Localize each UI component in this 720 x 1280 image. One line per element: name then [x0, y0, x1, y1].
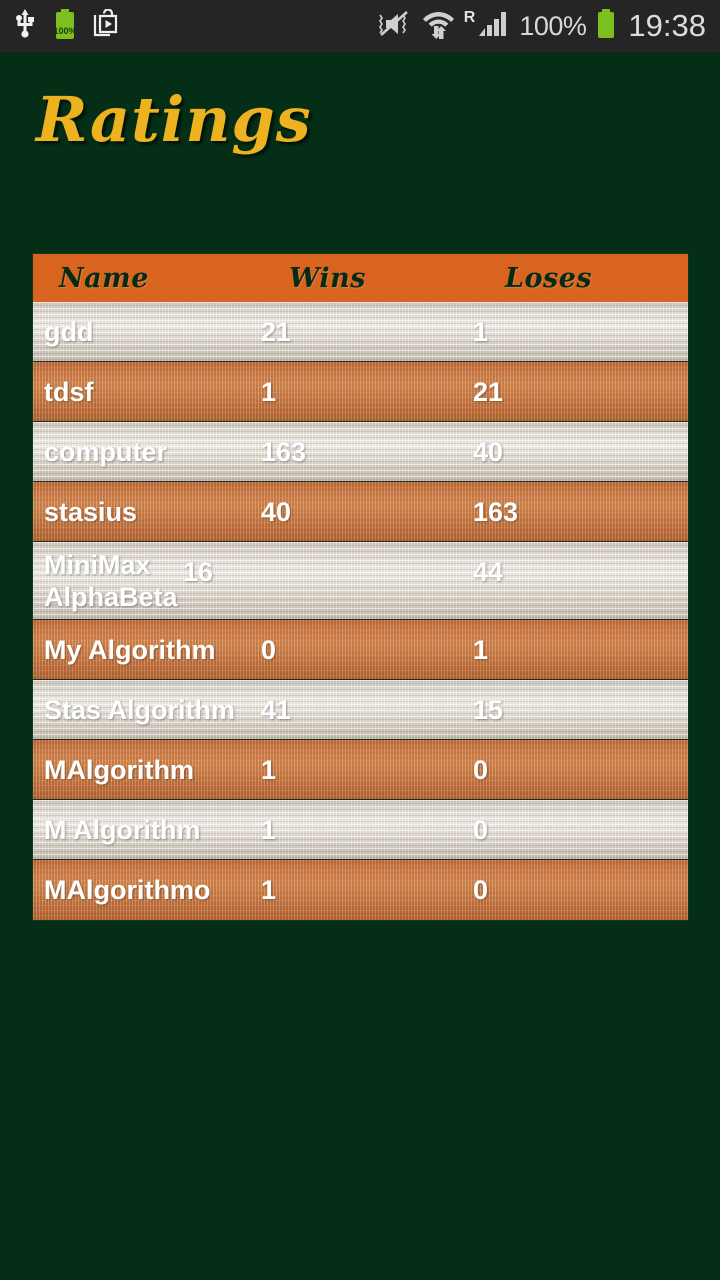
cell-loses: 163	[473, 496, 519, 527]
cell-name: Stas Algorithm	[44, 694, 236, 725]
play-store-icon	[92, 8, 119, 43]
cell-wins: 1	[261, 376, 277, 407]
cell-name: computer	[44, 436, 168, 467]
table-row[interactable]: MiniMax AlphaBeta 16 44	[33, 542, 688, 620]
status-bar-right-icons: R 100% 19:38	[377, 8, 710, 45]
app-screen: 100% R 100% 19:38 Ratings Name Wins Lose…	[0, 0, 720, 1280]
cell-name: My Algorithm	[44, 634, 216, 665]
table-row[interactable]: My Algorithm 0 1	[33, 620, 688, 680]
cell-loses: 44	[473, 557, 504, 587]
cell-wins: 0	[261, 634, 277, 665]
cell-wins: 1	[261, 875, 277, 905]
status-bar-left-icons: 100%	[12, 8, 119, 45]
column-header-name: Name	[59, 262, 149, 294]
table-row[interactable]: MAlgorithmo 1 0	[33, 860, 688, 920]
battery-percent-label: 100%	[519, 10, 587, 41]
cell-loses: 0	[473, 875, 489, 905]
cell-wins: 21	[261, 316, 292, 347]
table-header-row: Name Wins Loses	[33, 254, 688, 302]
table-row[interactable]: MAlgorithm 1 0	[33, 740, 688, 800]
cell-name: MAlgorithmo	[44, 875, 211, 905]
battery-icon	[595, 8, 617, 45]
mute-vibrate-off-icon	[377, 9, 413, 44]
table-row[interactable]: stasius 40 163	[33, 482, 688, 542]
cell-wins: 1	[261, 754, 277, 785]
cell-wins: 163	[261, 436, 307, 467]
clock-label: 19:38	[628, 8, 706, 43]
cell-name: M Algorithm	[44, 814, 201, 845]
usb-icon	[12, 8, 38, 44]
status-bar: 100% R 100% 19:38	[0, 0, 720, 52]
cell-loses: 15	[473, 694, 504, 725]
cell-wins: 40	[261, 496, 292, 527]
cell-loses: 1	[473, 634, 489, 665]
battery-charging-icon: 100%	[52, 8, 78, 45]
table-row[interactable]: computer 163 40	[33, 422, 688, 482]
cell-wins: 16	[183, 557, 214, 587]
cell-loses: 0	[473, 754, 489, 785]
column-header-wins: Wins	[289, 262, 366, 294]
table-row[interactable]: Stas Algorithm 41 15	[33, 680, 688, 740]
column-header-loses: Loses	[505, 262, 593, 294]
cell-loses: 21	[473, 376, 504, 407]
cell-name: MiniMax AlphaBeta	[44, 549, 178, 612]
table-row[interactable]: gdd 21 1	[33, 302, 688, 362]
cell-wins: 1	[261, 814, 277, 845]
cell-name: MAlgorithm	[44, 754, 194, 785]
cell-loses: 1	[473, 316, 489, 347]
page-title: Ratings	[36, 83, 312, 156]
table-row[interactable]: tdsf 1 21	[33, 362, 688, 422]
signal-bars-icon	[478, 9, 510, 44]
table-row[interactable]: M Algorithm 1 0	[33, 800, 688, 860]
cell-name: gdd	[44, 316, 94, 347]
cell-wins: 41	[261, 694, 292, 725]
roaming-icon: R	[463, 9, 476, 26]
cell-name: tdsf	[44, 376, 94, 407]
ratings-table: Name Wins Loses gdd 21 1 tdsf 1 21 compu…	[32, 253, 689, 921]
battery-badge-label: 100%	[53, 26, 76, 36]
wifi-data-transfer-icon	[422, 8, 455, 44]
cell-loses: 0	[473, 814, 489, 845]
cell-loses: 40	[473, 436, 504, 467]
cell-name: stasius	[44, 496, 138, 527]
